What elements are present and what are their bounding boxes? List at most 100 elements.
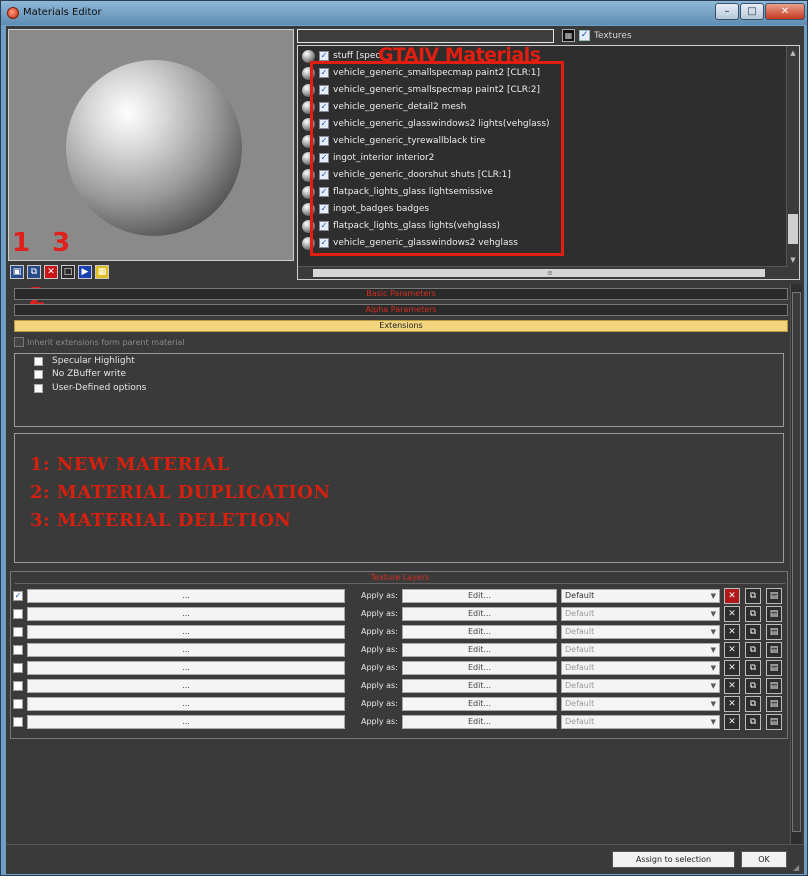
layer-delete-button[interactable]: ✕: [724, 624, 740, 640]
assign-material-button[interactable]: ▶: [78, 265, 92, 279]
texture-layer-row: ... Apply as: Edit... Default ▼ ✕ ⧉ ▤: [11, 696, 787, 713]
new-material-button[interactable]: ▣: [10, 265, 24, 279]
layer-blend-select[interactable]: Default ▼: [561, 715, 720, 729]
close-button[interactable]: ✕: [765, 3, 805, 20]
inherit-extensions[interactable]: Inherit extensions form parent material: [14, 337, 185, 347]
layer-copy-button[interactable]: ⧉: [745, 678, 761, 694]
scroll-down-icon[interactable]: ▼: [788, 255, 798, 265]
layer-enable-checkbox[interactable]: [13, 717, 23, 727]
inherit-extensions-checkbox[interactable]: [14, 337, 24, 347]
layer-paste-button[interactable]: ▤: [766, 642, 782, 658]
layer-edit-button[interactable]: Edit...: [402, 661, 557, 675]
layer-copy-button[interactable]: ⧉: [745, 660, 761, 676]
layer-paste-button[interactable]: ▤: [766, 696, 782, 712]
layer-blend-select[interactable]: Default ▼: [561, 643, 720, 657]
layer-paste-button[interactable]: ▤: [766, 714, 782, 730]
option-user-defined[interactable]: User-Defined options: [34, 383, 146, 393]
layer-blend-select[interactable]: Default ▼: [561, 661, 720, 675]
material-list-hscroll[interactable]: ≡: [298, 266, 788, 279]
layer-blend-select[interactable]: Default ▼: [561, 625, 720, 639]
material-list-vscroll[interactable]: ▲ ▼: [786, 46, 799, 279]
option-checkbox[interactable]: [34, 356, 43, 366]
assign-to-selection-button[interactable]: Assign to selection: [612, 851, 735, 868]
layer-blend-select[interactable]: Default ▼: [561, 607, 720, 621]
layer-delete-button[interactable]: ✕: [724, 642, 740, 658]
layer-paste-button[interactable]: ▤: [766, 624, 782, 640]
texture-checker-button[interactable]: ▦: [95, 265, 109, 279]
layer-edit-button[interactable]: Edit...: [402, 679, 557, 693]
layer-paste-button[interactable]: ▤: [766, 588, 782, 604]
option-checkbox[interactable]: [34, 369, 43, 379]
layer-delete-button[interactable]: ✕: [724, 678, 740, 694]
maximize-button[interactable]: □: [740, 3, 764, 20]
material-visible-checkbox[interactable]: ✓: [319, 51, 329, 61]
texture-view-toggle[interactable]: ▦: [562, 29, 575, 42]
layer-edit-button[interactable]: Edit...: [402, 589, 557, 603]
option-checkbox[interactable]: [34, 383, 43, 393]
layer-texture-slot[interactable]: ...: [27, 607, 345, 621]
material-preview[interactable]: [8, 29, 294, 261]
layer-enable-checkbox[interactable]: ✓: [13, 591, 23, 601]
annotation-number-1: 1: [12, 228, 31, 258]
layer-blend-select[interactable]: Default ▼: [561, 589, 720, 603]
layer-edit-button[interactable]: Edit...: [402, 715, 557, 729]
layer-copy-button[interactable]: ⧉: [745, 642, 761, 658]
layer-enable-checkbox[interactable]: [13, 681, 23, 691]
layer-enable-checkbox[interactable]: [13, 645, 23, 655]
layer-enable-checkbox[interactable]: [13, 609, 23, 619]
layer-texture-slot[interactable]: ...: [27, 589, 345, 603]
layer-enable-checkbox[interactable]: [13, 627, 23, 637]
layer-copy-button[interactable]: ⧉: [745, 714, 761, 730]
ok-button[interactable]: OK: [741, 851, 787, 868]
option-specular-highlight[interactable]: Specular Highlight: [34, 356, 135, 366]
resize-grip-icon[interactable]: ◢: [793, 863, 803, 873]
delete-material-button[interactable]: ✕: [44, 265, 58, 279]
layer-texture-slot[interactable]: ...: [27, 697, 345, 711]
layer-delete-button[interactable]: ✕: [724, 606, 740, 622]
minimize-button[interactable]: –: [715, 3, 739, 20]
textures-label: Textures: [594, 31, 632, 41]
layer-delete-button[interactable]: ✕: [724, 588, 740, 604]
layer-copy-button[interactable]: ⧉: [745, 624, 761, 640]
layer-texture-slot[interactable]: ...: [27, 661, 345, 675]
layer-texture-slot[interactable]: ...: [27, 625, 345, 639]
layer-blend-select[interactable]: Default ▼: [561, 697, 720, 711]
materials-editor-window: Materials Editor – □ ✕ 1 3 2 ▣⧉✕□▶▦ ▦ ✓ …: [0, 0, 808, 876]
material-settings-button[interactable]: □: [61, 265, 75, 279]
layer-enable-checkbox[interactable]: [13, 663, 23, 673]
scroll-up-icon[interactable]: ▲: [788, 48, 798, 58]
layer-delete-button[interactable]: ✕: [724, 714, 740, 730]
layer-delete-button[interactable]: ✕: [724, 660, 740, 676]
option-no-zbuffer-write[interactable]: No ZBuffer write: [34, 369, 126, 379]
layer-texture-slot[interactable]: ...: [27, 643, 345, 657]
layer-texture-slot[interactable]: ...: [27, 679, 345, 693]
layer-copy-button[interactable]: ⧉: [745, 696, 761, 712]
layer-edit-button[interactable]: Edit...: [402, 697, 557, 711]
layer-copy-button[interactable]: ⧉: [745, 606, 761, 622]
copy-icon: ⧉: [749, 681, 757, 691]
layer-texture-slot[interactable]: ...: [27, 715, 345, 729]
hscroll-thumb[interactable]: ≡: [313, 269, 765, 277]
material-search-input[interactable]: [297, 29, 554, 43]
panel-vscroll[interactable]: [790, 284, 802, 844]
duplicate-material-button[interactable]: ⧉: [27, 265, 41, 279]
layer-paste-button[interactable]: ▤: [766, 606, 782, 622]
textures-checkbox[interactable]: ✓: [579, 30, 590, 41]
layer-blend-select[interactable]: Default ▼: [561, 679, 720, 693]
panel-vscroll-thumb[interactable]: [792, 292, 801, 832]
layer-paste-button[interactable]: ▤: [766, 678, 782, 694]
rollout-extensions[interactable]: Extensions: [14, 320, 788, 332]
layer-edit-button[interactable]: Edit...: [402, 625, 557, 639]
layer-paste-button[interactable]: ▤: [766, 660, 782, 676]
vscroll-thumb[interactable]: [788, 214, 798, 244]
texture-layers-title[interactable]: Texture Layers: [15, 572, 785, 584]
layer-copy-button[interactable]: ⧉: [745, 588, 761, 604]
rollout-basic-parameters[interactable]: Basic Parameters: [14, 288, 788, 300]
delete-icon: ✕: [728, 663, 736, 673]
layer-delete-button[interactable]: ✕: [724, 696, 740, 712]
footer-divider: [6, 844, 804, 845]
layer-edit-button[interactable]: Edit...: [402, 643, 557, 657]
rollout-alpha-parameters[interactable]: Alpha Parameters: [14, 304, 788, 316]
layer-enable-checkbox[interactable]: [13, 699, 23, 709]
layer-edit-button[interactable]: Edit...: [402, 607, 557, 621]
